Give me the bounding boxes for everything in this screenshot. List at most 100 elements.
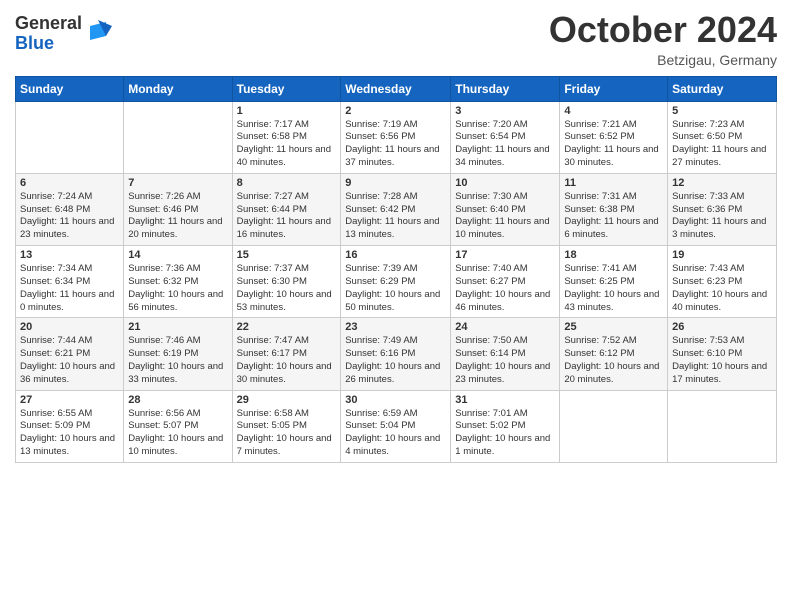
day-number: 5 [672, 105, 772, 117]
day-info: Sunrise: 7:01 AM Sunset: 5:02 PM Dayligh… [455, 408, 555, 459]
day-number: 31 [455, 394, 555, 406]
day-info: Sunrise: 7:49 AM Sunset: 6:16 PM Dayligh… [345, 335, 446, 386]
day-info: Sunrise: 6:59 AM Sunset: 5:04 PM Dayligh… [345, 408, 446, 459]
day-info: Sunrise: 7:39 AM Sunset: 6:29 PM Dayligh… [345, 263, 446, 314]
location: Betzigau, Germany [549, 52, 777, 68]
day-info: Sunrise: 7:47 AM Sunset: 6:17 PM Dayligh… [237, 335, 337, 386]
calendar-cell-w2-d4: 9Sunrise: 7:28 AM Sunset: 6:42 PM Daylig… [341, 173, 451, 245]
day-number: 3 [455, 105, 555, 117]
col-tuesday: Tuesday [232, 76, 341, 101]
calendar-cell-w4-d2: 21 Sunrise: 7:46 AM Sunset: 6:19 PM Dayli… [124, 318, 232, 390]
day-info: Sunrise: 7:27 AM Sunset: 6:44 PM Dayligh… [237, 191, 337, 242]
day-info: Sunrise: 7:24 AM Sunset: 6:48 PM Dayligh… [20, 191, 119, 242]
calendar-cell-w2-d3: 8 Sunrise: 7:27 AM Sunset: 6:44 PM Daylig… [232, 173, 341, 245]
calendar-week-4: 20Sunrise: 7:44 AM Sunset: 6:21 PM Dayli… [16, 318, 777, 390]
calendar-week-3: 13 Sunrise: 7:34 AM Sunset: 6:34 PM Dayli… [16, 246, 777, 318]
col-sunday: Sunday [16, 76, 124, 101]
title-section: October 2024 Betzigau, Germany [549, 10, 777, 68]
calendar-page: General Blue October 2024 Betzigau, Germ… [0, 0, 792, 612]
calendar-cell-w1-d5: 3 Sunrise: 7:20 AM Sunset: 6:54 PM Daylig… [451, 101, 560, 173]
day-number: 11 [564, 177, 663, 189]
calendar-cell-w1-d1 [16, 101, 124, 173]
day-info: Sunrise: 7:30 AM Sunset: 6:40 PM Dayligh… [455, 191, 555, 242]
col-saturday: Saturday [668, 76, 777, 101]
calendar-week-5: 27 Sunrise: 6:55 AM Sunset: 5:09 PM Dayli… [16, 390, 777, 462]
day-number: 28 [128, 394, 227, 406]
day-number: 8 [237, 177, 337, 189]
day-info: Sunrise: 7:17 AM Sunset: 6:58 PM Dayligh… [237, 119, 337, 170]
day-number: 13 [20, 249, 119, 261]
day-info: Sunrise: 7:37 AM Sunset: 6:30 PM Dayligh… [237, 263, 337, 314]
calendar-week-1: 1 Sunrise: 7:17 AM Sunset: 6:58 PM Daylig… [16, 101, 777, 173]
col-monday: Monday [124, 76, 232, 101]
day-info: Sunrise: 7:46 AM Sunset: 6:19 PM Dayligh… [128, 335, 227, 386]
calendar-cell-w1-d7: 5Sunrise: 7:23 AM Sunset: 6:50 PM Daylig… [668, 101, 777, 173]
calendar-cell-w5-d3: 29Sunrise: 6:58 AM Sunset: 5:05 PM Dayli… [232, 390, 341, 462]
day-number: 25 [564, 321, 663, 333]
day-info: Sunrise: 6:56 AM Sunset: 5:07 PM Dayligh… [128, 408, 227, 459]
calendar-cell-w4-d5: 24Sunrise: 7:50 AM Sunset: 6:14 PM Dayli… [451, 318, 560, 390]
day-number: 30 [345, 394, 446, 406]
calendar-cell-w2-d2: 7Sunrise: 7:26 AM Sunset: 6:46 PM Daylig… [124, 173, 232, 245]
page-header: General Blue October 2024 Betzigau, Germ… [15, 10, 777, 68]
month-title: October 2024 [549, 10, 777, 50]
calendar-cell-w5-d1: 27 Sunrise: 6:55 AM Sunset: 5:09 PM Dayli… [16, 390, 124, 462]
col-friday: Friday [560, 76, 668, 101]
day-info: Sunrise: 7:31 AM Sunset: 6:38 PM Dayligh… [564, 191, 663, 242]
calendar-cell-w5-d4: 30 Sunrise: 6:59 AM Sunset: 5:04 PM Dayli… [341, 390, 451, 462]
calendar-cell-w2-d1: 6 Sunrise: 7:24 AM Sunset: 6:48 PM Daylig… [16, 173, 124, 245]
day-info: Sunrise: 7:43 AM Sunset: 6:23 PM Dayligh… [672, 263, 772, 314]
day-number: 22 [237, 321, 337, 333]
day-number: 10 [455, 177, 555, 189]
day-number: 12 [672, 177, 772, 189]
day-number: 16 [345, 249, 446, 261]
day-number: 17 [455, 249, 555, 261]
day-number: 21 [128, 321, 227, 333]
day-info: Sunrise: 6:55 AM Sunset: 5:09 PM Dayligh… [20, 408, 119, 459]
calendar-week-2: 6 Sunrise: 7:24 AM Sunset: 6:48 PM Daylig… [16, 173, 777, 245]
day-info: Sunrise: 7:26 AM Sunset: 6:46 PM Dayligh… [128, 191, 227, 242]
calendar-cell-w5-d2: 28 Sunrise: 6:56 AM Sunset: 5:07 PM Dayli… [124, 390, 232, 462]
calendar-cell-w3-d7: 19 Sunrise: 7:43 AM Sunset: 6:23 PM Dayli… [668, 246, 777, 318]
calendar-cell-w5-d6 [560, 390, 668, 462]
calendar-cell-w1-d3: 1 Sunrise: 7:17 AM Sunset: 6:58 PM Daylig… [232, 101, 341, 173]
logo: General Blue [15, 14, 112, 54]
calendar-cell-w5-d5: 31 Sunrise: 7:01 AM Sunset: 5:02 PM Dayli… [451, 390, 560, 462]
calendar-cell-w4-d1: 20Sunrise: 7:44 AM Sunset: 6:21 PM Dayli… [16, 318, 124, 390]
day-info: Sunrise: 7:41 AM Sunset: 6:25 PM Dayligh… [564, 263, 663, 314]
calendar-cell-w1-d4: 2 Sunrise: 7:19 AM Sunset: 6:56 PM Daylig… [341, 101, 451, 173]
col-wednesday: Wednesday [341, 76, 451, 101]
calendar-cell-w2-d6: 11 Sunrise: 7:31 AM Sunset: 6:38 PM Dayli… [560, 173, 668, 245]
day-number: 6 [20, 177, 119, 189]
day-info: Sunrise: 7:20 AM Sunset: 6:54 PM Dayligh… [455, 119, 555, 170]
day-number: 9 [345, 177, 446, 189]
day-info: Sunrise: 7:34 AM Sunset: 6:34 PM Dayligh… [20, 263, 119, 314]
calendar-cell-w2-d7: 12Sunrise: 7:33 AM Sunset: 6:36 PM Dayli… [668, 173, 777, 245]
calendar-cell-w4-d3: 22 Sunrise: 7:47 AM Sunset: 6:17 PM Dayli… [232, 318, 341, 390]
day-info: Sunrise: 7:36 AM Sunset: 6:32 PM Dayligh… [128, 263, 227, 314]
day-number: 19 [672, 249, 772, 261]
calendar-cell-w3-d6: 18Sunrise: 7:41 AM Sunset: 6:25 PM Dayli… [560, 246, 668, 318]
day-info: Sunrise: 7:19 AM Sunset: 6:56 PM Dayligh… [345, 119, 446, 170]
day-info: Sunrise: 7:21 AM Sunset: 6:52 PM Dayligh… [564, 119, 663, 170]
calendar-cell-w1-d2 [124, 101, 232, 173]
day-number: 2 [345, 105, 446, 117]
day-info: Sunrise: 6:58 AM Sunset: 5:05 PM Dayligh… [237, 408, 337, 459]
day-number: 1 [237, 105, 337, 117]
calendar-cell-w4-d6: 25 Sunrise: 7:52 AM Sunset: 6:12 PM Dayli… [560, 318, 668, 390]
day-info: Sunrise: 7:52 AM Sunset: 6:12 PM Dayligh… [564, 335, 663, 386]
calendar-cell-w3-d1: 13 Sunrise: 7:34 AM Sunset: 6:34 PM Dayli… [16, 246, 124, 318]
day-info: Sunrise: 7:40 AM Sunset: 6:27 PM Dayligh… [455, 263, 555, 314]
calendar-cell-w1-d6: 4Sunrise: 7:21 AM Sunset: 6:52 PM Daylig… [560, 101, 668, 173]
day-info: Sunrise: 7:53 AM Sunset: 6:10 PM Dayligh… [672, 335, 772, 386]
calendar-cell-w4-d4: 23Sunrise: 7:49 AM Sunset: 6:16 PM Dayli… [341, 318, 451, 390]
day-number: 15 [237, 249, 337, 261]
calendar-table: Sunday Monday Tuesday Wednesday Thursday… [15, 76, 777, 463]
calendar-cell-w5-d7 [668, 390, 777, 462]
calendar-cell-w2-d5: 10 Sunrise: 7:30 AM Sunset: 6:40 PM Dayli… [451, 173, 560, 245]
calendar-cell-w3-d4: 16 Sunrise: 7:39 AM Sunset: 6:29 PM Dayli… [341, 246, 451, 318]
logo-general: General [15, 14, 82, 34]
day-number: 27 [20, 394, 119, 406]
calendar-cell-w3-d2: 14 Sunrise: 7:36 AM Sunset: 6:32 PM Dayli… [124, 246, 232, 318]
day-number: 14 [128, 249, 227, 261]
